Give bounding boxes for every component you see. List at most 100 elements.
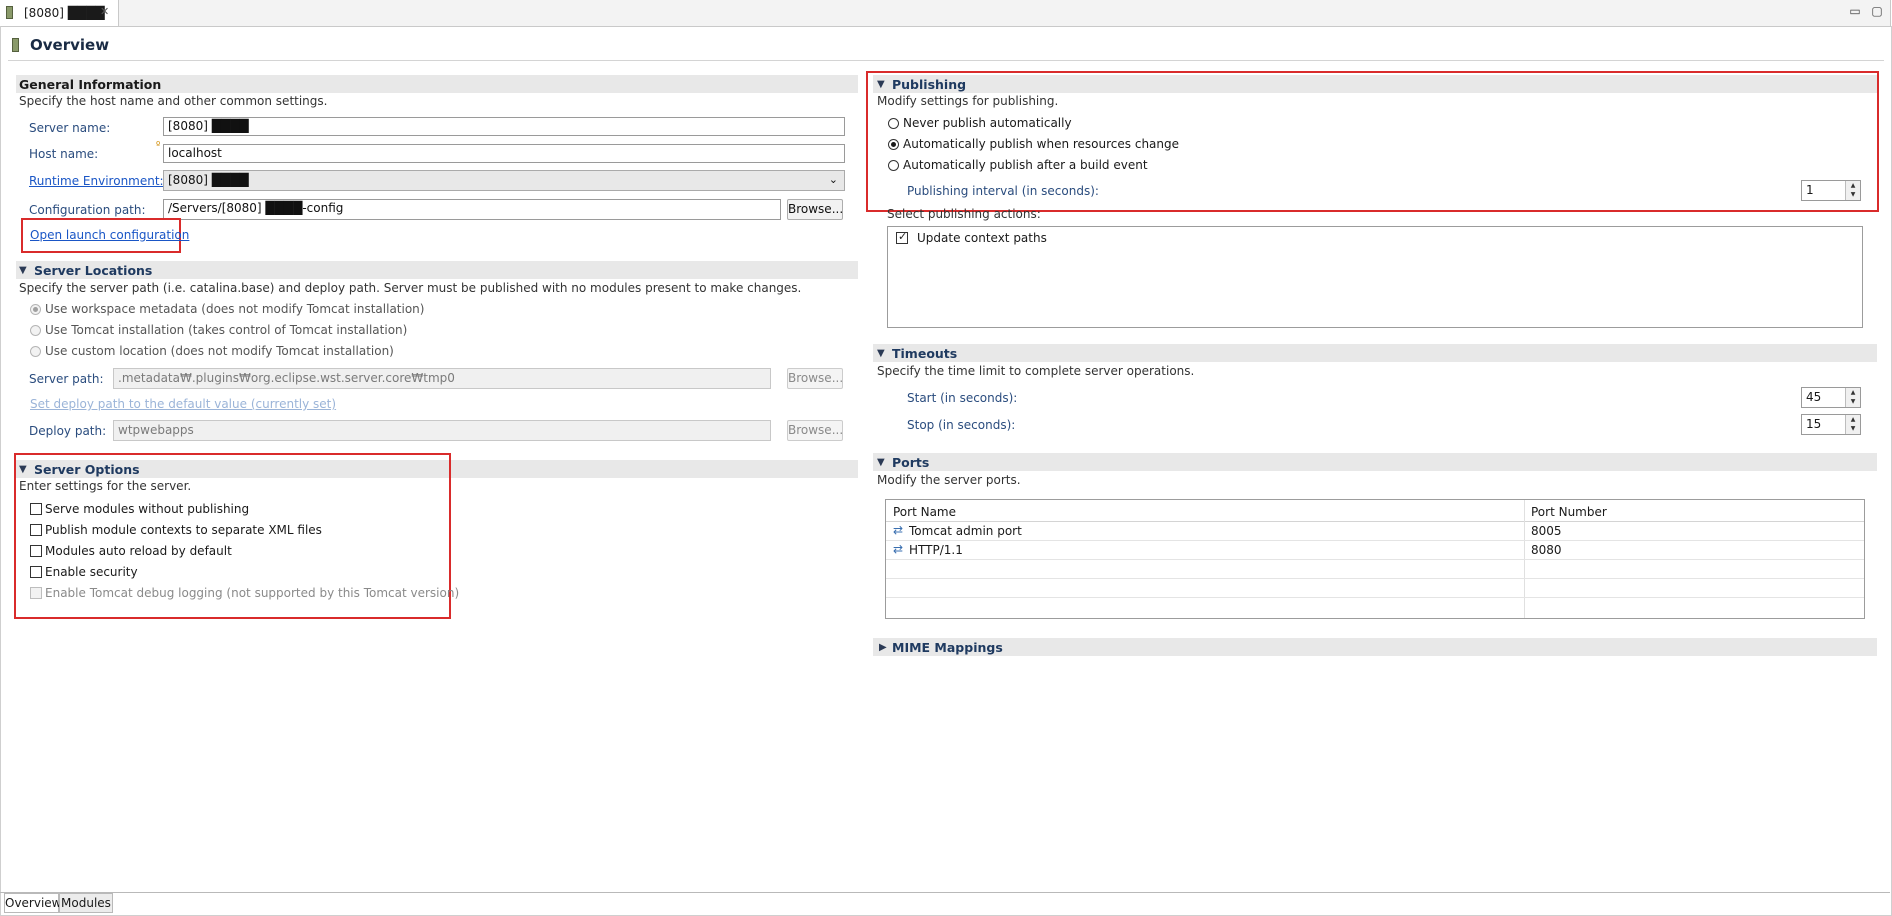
start-timeout-value: 45 <box>1806 390 1822 404</box>
editor-tab[interactable]: [8080] ████ ✕ <box>0 0 119 26</box>
debug-logging-checkbox[interactable] <box>30 587 42 599</box>
deploy-path-browse-button[interactable]: Browse... <box>787 420 843 441</box>
ports-description: Modify the server ports. <box>877 473 1021 487</box>
table-row <box>886 598 1864 617</box>
ports-section-title: Ports <box>892 455 930 470</box>
ports-table: Port Name Port Number ⇄ Tomcat admin por… <box>885 499 1865 619</box>
mime-section-title[interactable]: MIME Mappings <box>892 640 1003 655</box>
location-option-label: Use custom location (does not modify Tom… <box>45 344 394 358</box>
stop-timeout-stepper[interactable]: 15 ▲ ▼ <box>1801 414 1861 435</box>
location-radio-workspace[interactable] <box>30 304 41 315</box>
start-timeout-label: Start (in seconds): <box>907 391 1018 405</box>
table-row[interactable]: ⇄ Tomcat admin port 8005 <box>886 522 1864 541</box>
stepper-arrows-icon[interactable]: ▲ ▼ <box>1845 181 1860 200</box>
start-timeout-stepper[interactable]: 45 ▲ ▼ <box>1801 387 1861 408</box>
port-number-cell[interactable]: 8005 <box>1531 524 1562 538</box>
publishing-section-title: Publishing <box>892 77 967 92</box>
timeouts-description: Specify the time limit to complete serve… <box>877 364 1195 378</box>
server-path-browse-button[interactable]: Browse... <box>787 368 843 389</box>
tab-modules[interactable]: Modules <box>59 893 113 913</box>
deploy-path-label: Deploy path: <box>29 424 107 438</box>
chevron-down-icon: ⌄ <box>828 173 838 186</box>
config-path-field[interactable]: /Servers/[8080] ████-config <box>163 199 781 220</box>
timeouts-section-title: Timeouts <box>892 346 958 361</box>
publish-contexts-checkbox[interactable] <box>30 524 42 536</box>
enable-security-checkbox[interactable] <box>30 566 42 578</box>
editor-tab-bar <box>0 0 1891 27</box>
stepper-arrows-icon[interactable]: ▲ ▼ <box>1845 388 1860 407</box>
update-context-paths-checkbox[interactable] <box>896 230 908 244</box>
publish-radio-on-change[interactable] <box>888 139 899 150</box>
option-label: Serve modules without publishing <box>45 502 250 516</box>
location-radio-tomcat[interactable] <box>30 325 41 336</box>
page-title: Overview <box>30 36 110 54</box>
collapse-triangle-icon[interactable]: ▼ <box>877 457 885 468</box>
host-name-label: Host name: <box>29 147 99 161</box>
stop-timeout-label: Stop (in seconds): <box>907 418 1016 432</box>
location-radio-custom[interactable] <box>30 346 41 357</box>
stepper-arrows-icon[interactable]: ▲ ▼ <box>1845 415 1860 434</box>
deploy-path-field[interactable]: wtpwebapps <box>113 420 771 441</box>
mime-section-bar <box>873 638 1877 656</box>
locations-section-title: Server Locations <box>34 263 153 278</box>
port-icon: ⇄ <box>893 523 904 537</box>
option-label: Enable security <box>45 565 138 579</box>
option-label: Publish module contexts to separate XML … <box>45 523 322 537</box>
runtime-environment-link[interactable]: Runtime Environment: <box>29 174 164 188</box>
overview-icon <box>12 38 19 52</box>
general-description: Specify the host name and other common s… <box>19 94 328 108</box>
server-path-label: Server path: <box>29 372 104 386</box>
server-options-description: Enter settings for the server. <box>19 479 192 493</box>
server-name-label: Server name: <box>29 121 111 135</box>
publishing-description: Modify settings for publishing. <box>877 94 1059 108</box>
stop-timeout-value: 15 <box>1806 417 1822 431</box>
publish-radio-after-build[interactable] <box>888 160 899 171</box>
close-icon[interactable]: ✕ <box>100 5 109 18</box>
host-name-field[interactable]: localhost <box>163 144 845 163</box>
runtime-environment-value: [8080] ████ <box>168 173 249 187</box>
publish-option-label: Automatically publish after a build even… <box>903 158 1148 172</box>
config-path-label: Configuration path: <box>29 203 146 217</box>
server-name-field[interactable]: [8080] ████ <box>163 117 845 136</box>
expand-triangle-icon[interactable]: ▶ <box>879 642 887 653</box>
option-label: Modules auto reload by default <box>45 544 232 558</box>
publishing-interval-label: Publishing interval (in seconds): <box>907 184 1099 198</box>
collapse-triangle-icon[interactable]: ▼ <box>877 348 885 359</box>
publishing-interval-value: 1 <box>1806 183 1814 197</box>
publishing-interval-stepper[interactable]: 1 ▲ ▼ <box>1801 180 1861 201</box>
publish-radio-never[interactable] <box>888 118 899 129</box>
publish-option-label: Automatically publish when resources cha… <box>903 137 1180 151</box>
option-label: Enable Tomcat debug logging (not support… <box>45 586 460 600</box>
table-row <box>886 560 1864 579</box>
timeouts-section-bar <box>873 344 1877 362</box>
port-number-cell[interactable]: 8080 <box>1531 543 1562 557</box>
server-options-section-title: Server Options <box>34 462 140 477</box>
open-launch-configuration-link[interactable]: Open launch configuration <box>30 228 189 242</box>
collapse-triangle-icon[interactable]: ▼ <box>877 79 885 90</box>
ports-table-header <box>886 500 1864 522</box>
port-icon: ⇄ <box>893 542 904 556</box>
locations-description: Specify the server path (i.e. catalina.b… <box>19 281 802 295</box>
port-name-cell: HTTP/1.1 <box>909 543 963 557</box>
auto-reload-checkbox[interactable] <box>30 545 42 557</box>
config-browse-button[interactable]: Browse... <box>787 199 843 220</box>
table-row[interactable]: ⇄ HTTP/1.1 8080 <box>886 541 1864 560</box>
bottom-tab-strip <box>0 892 1890 893</box>
editor-tab-title: [8080] ████ <box>24 6 105 20</box>
collapse-triangle-icon[interactable]: ▼ <box>19 464 27 475</box>
set-deploy-path-link[interactable]: Set deploy path to the default value (cu… <box>30 397 336 411</box>
runtime-environment-select[interactable]: [8080] ████ ⌄ <box>163 170 845 191</box>
server-icon <box>6 6 13 19</box>
column-header-port-name[interactable]: Port Name <box>893 505 956 519</box>
server-path-field[interactable]: .metadata₩.plugins₩org.eclipse.wst.serve… <box>113 368 771 389</box>
publishing-action-label: Update context paths <box>917 231 1047 245</box>
maximize-icon[interactable]: ▢ <box>1870 4 1884 18</box>
tab-overview[interactable]: Overview <box>4 893 62 913</box>
location-option-label: Use workspace metadata (does not modify … <box>45 302 425 316</box>
general-section-title: General Information <box>19 77 162 92</box>
minimize-icon[interactable]: ▭ <box>1848 4 1862 18</box>
serve-modules-checkbox[interactable] <box>30 503 42 515</box>
column-header-port-number[interactable]: Port Number <box>1531 505 1607 519</box>
ports-section-bar <box>873 453 1877 471</box>
collapse-triangle-icon[interactable]: ▼ <box>19 265 27 276</box>
